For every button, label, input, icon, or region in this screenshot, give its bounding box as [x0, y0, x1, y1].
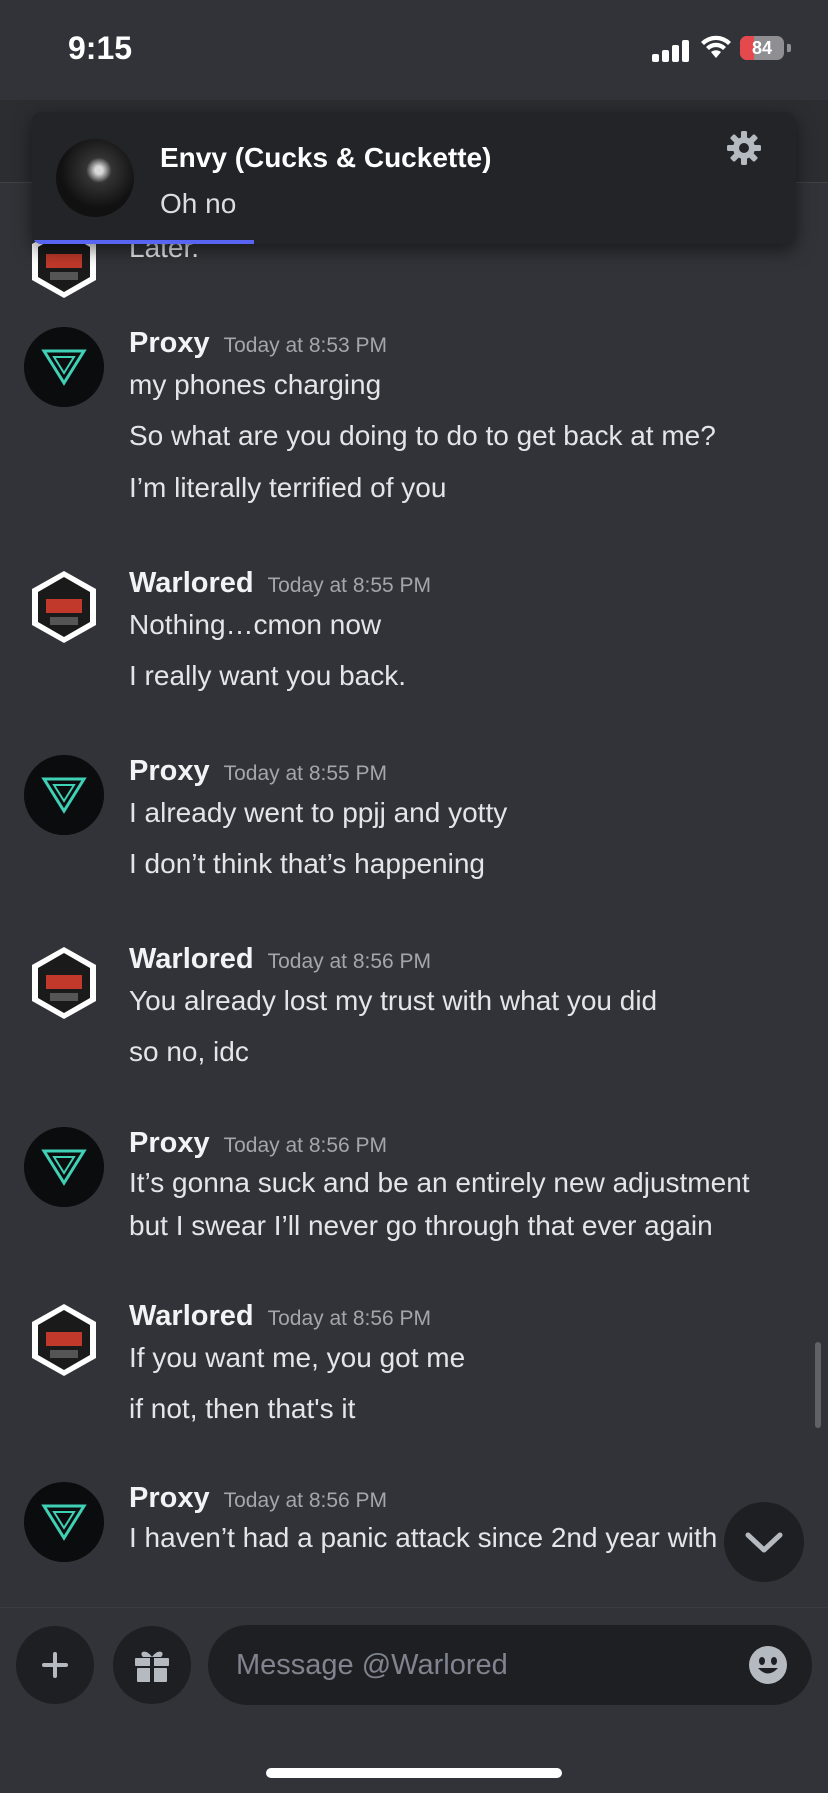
proxy-avatar[interactable]	[24, 1482, 104, 1562]
notification-title: Envy (Cucks & Cuckette)	[160, 142, 492, 173]
message-line: I haven’t had a panic attack since 2nd y…	[129, 1522, 740, 1553]
message-line: I don’t think that’s happening	[129, 848, 485, 879]
message-line: You already lost my trust with what you …	[129, 985, 658, 1016]
notification-body: Oh no	[160, 188, 237, 219]
message-timestamp: Today at 8:55 PM	[223, 762, 388, 785]
message-line: If you want me, you got me	[129, 1342, 466, 1373]
message-line: if not, then that's it	[129, 1393, 356, 1424]
message-timestamp: Today at 8:55 PM	[267, 574, 432, 597]
message-input-placeholder: Message @Warlored	[236, 1649, 508, 1681]
notification-avatar	[56, 139, 134, 217]
message-line: Nothing…cmon now	[129, 609, 382, 640]
message-timestamp: Today at 8:53 PM	[223, 334, 388, 357]
message-line: my phones charging	[129, 369, 382, 400]
message-author[interactable]: Proxy Today at 8:53 PM	[129, 327, 387, 360]
status-clock: 9:15	[68, 30, 133, 66]
emoji-icon[interactable]	[748, 1645, 788, 1685]
proxy-avatar[interactable]	[24, 327, 104, 407]
message-list[interactable]: Later. Proxy Today at 8:53 PM my phones c…	[0, 182, 828, 1607]
message-line: I really want you back.	[129, 660, 407, 691]
message-line: so no, idc	[129, 1036, 249, 1067]
plus-icon	[42, 1652, 68, 1678]
message-author[interactable]: Warlored Today at 8:55 PM	[129, 567, 431, 600]
warlored-avatar[interactable]	[24, 943, 104, 1023]
message-line: So what are you doing to do to get back …	[129, 420, 716, 451]
jump-to-present-button[interactable]	[724, 1502, 804, 1582]
status-bar: 9:15 84	[0, 0, 828, 100]
scrollbar[interactable]	[815, 1342, 821, 1428]
message-line: I’m literally terrified of you	[129, 472, 447, 503]
cellular-signal-icon	[652, 38, 692, 62]
message-timestamp: Today at 8:56 PM	[223, 1489, 388, 1512]
message-author[interactable]: Proxy Today at 8:56 PM	[129, 1482, 387, 1515]
warlored-avatar[interactable]	[24, 1300, 104, 1380]
gift-icon	[135, 1651, 169, 1682]
warlored-avatar[interactable]	[24, 567, 104, 647]
battery-cap	[787, 44, 791, 52]
message-author[interactable]: Proxy Today at 8:55 PM	[129, 755, 387, 788]
message-composer: Message @Warlored	[0, 1607, 828, 1793]
message-line: I already went to ppjj and yotty	[129, 797, 508, 828]
message-author[interactable]: Warlored Today at 8:56 PM	[129, 1300, 431, 1333]
proxy-avatar[interactable]	[24, 755, 104, 835]
battery-level: 84	[751, 38, 773, 58]
notification-progress	[32, 240, 254, 244]
message-line: but I swear I’ll never go through that e…	[129, 1210, 713, 1241]
chevron-down-icon	[745, 1532, 783, 1553]
proxy-avatar[interactable]	[24, 1127, 104, 1207]
message-author[interactable]: Proxy Today at 8:56 PM	[129, 1127, 387, 1160]
notification-banner[interactable]: Envy (Cucks & Cuckette) Oh no	[32, 112, 796, 244]
message-timestamp: Today at 8:56 PM	[267, 1307, 432, 1330]
message-input[interactable]: Message @Warlored	[208, 1625, 812, 1705]
message-author[interactable]: Warlored Today at 8:56 PM	[129, 943, 431, 976]
home-indicator[interactable]	[266, 1768, 562, 1778]
add-attachment-button[interactable]	[16, 1626, 94, 1704]
gift-button[interactable]	[113, 1626, 191, 1704]
battery-icon: 84	[740, 36, 784, 60]
gear-icon[interactable]	[724, 128, 764, 168]
message-timestamp: Today at 8:56 PM	[223, 1134, 388, 1157]
wifi-icon	[701, 35, 731, 58]
message-line: It’s gonna suck and be an entirely new a…	[129, 1167, 750, 1198]
message-timestamp: Today at 8:56 PM	[267, 950, 432, 973]
